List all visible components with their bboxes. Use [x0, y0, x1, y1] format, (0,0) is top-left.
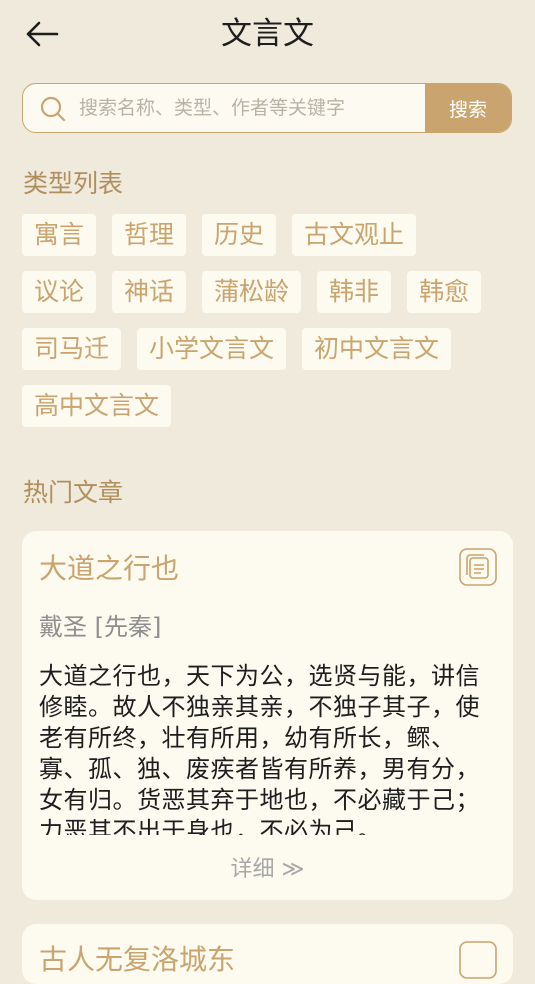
tag-philosophy[interactable]: 哲理: [112, 214, 187, 256]
article-card[interactable]: 古人无复洛城东: [22, 924, 513, 984]
tag-myth[interactable]: 神话: [112, 271, 187, 313]
tag-primary-school[interactable]: 小学文言文: [137, 328, 287, 370]
article-author: 戴圣 [先秦]: [39, 613, 162, 641]
search-input[interactable]: [79, 84, 429, 132]
tag-row: 高中文言文: [22, 385, 522, 427]
tag-history[interactable]: 历史: [202, 214, 277, 256]
tag-fable[interactable]: 寓言: [22, 214, 97, 256]
hot-section-title: 热门文章: [23, 478, 124, 507]
header-bar: 文言文: [0, 0, 535, 70]
tag-row: 寓言 哲理 历史 古文观止: [22, 214, 522, 256]
tag-row: 司马迁 小学文言文 初中文言文: [22, 328, 522, 370]
article-title: 大道之行也: [39, 552, 180, 585]
category-tag-list: 寓言 哲理 历史 古文观止 议论 神话 蒲松龄 韩非 韩愈 司马迁 小学文言文 …: [22, 214, 522, 442]
tag-pu-songling[interactable]: 蒲松龄: [202, 271, 302, 313]
page-title: 文言文: [221, 16, 314, 52]
tag-han-yu[interactable]: 韩愈: [407, 271, 482, 313]
tag-argument[interactable]: 议论: [22, 271, 97, 313]
copy-icon[interactable]: [459, 548, 497, 586]
tag-han-fei[interactable]: 韩非: [317, 271, 392, 313]
category-section-title: 类型列表: [23, 169, 124, 198]
tag-sima-qian[interactable]: 司马迁: [22, 328, 122, 370]
search-icon: [40, 96, 66, 122]
copy-icon[interactable]: [459, 941, 497, 979]
tag-high-school[interactable]: 高中文言文: [22, 385, 172, 427]
tag-row: 议论 神话 蒲松龄 韩非 韩愈: [22, 271, 522, 313]
article-title: 古人无复洛城东: [39, 943, 236, 976]
search-button[interactable]: 搜索: [425, 84, 511, 132]
article-excerpt: 大道之行也，天下为公，选贤与能，讲信修睦。故人不独亲其亲，不独子其子，使老有所终…: [39, 662, 480, 835]
article-card[interactable]: 大道之行也 戴圣 [先秦] 大道之行也，天下为公，选贤与能，讲信修睦。故人不独亲…: [22, 531, 513, 900]
tag-guwen-guanzhi[interactable]: 古文观止: [292, 214, 417, 256]
tag-middle-school[interactable]: 初中文言文: [302, 328, 452, 370]
article-detail-link[interactable]: 详细 ≫: [22, 851, 513, 883]
search-bar: 搜索: [22, 83, 512, 133]
